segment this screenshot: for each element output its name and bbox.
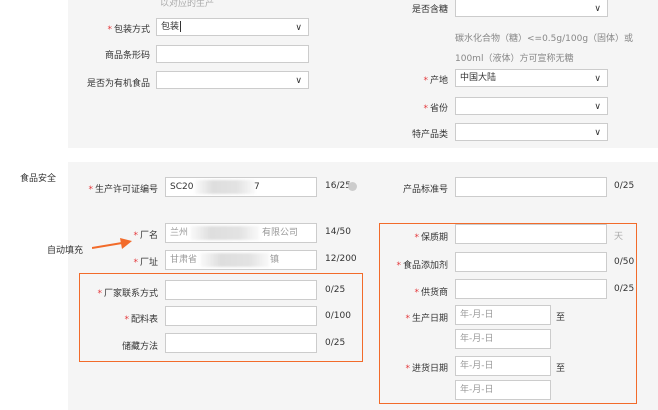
production-date-start[interactable]: 年-月-日 xyxy=(455,305,551,325)
factory-addr-value-end: 镇 xyxy=(270,255,280,265)
purchase-date-start[interactable]: 年-月-日 xyxy=(455,356,551,376)
supplier-label-text: 供货商 xyxy=(420,288,448,298)
standard-input[interactable] xyxy=(455,177,607,197)
chevron-down-icon: ∨ xyxy=(295,76,302,86)
storage-label: 储藏方法 xyxy=(121,342,158,352)
sugar-note-line2: 100ml（液体）方可宣称无糖 xyxy=(455,54,574,64)
purchase-date-end[interactable]: 年-月-日 xyxy=(455,380,551,400)
shelf-life-input[interactable] xyxy=(455,224,607,244)
province-select[interactable]: ∨ xyxy=(455,97,608,115)
chevron-down-icon: ∨ xyxy=(594,128,601,138)
production-date-to: 至 xyxy=(556,313,566,323)
sugar-note-line1: 碳水化合物（糖）<=0.5g/100g（固体）或 xyxy=(455,34,634,44)
supplier-input[interactable] xyxy=(455,279,607,299)
province-label: * 省份 xyxy=(400,101,448,114)
license-label: * 生产许可证编号 xyxy=(70,182,158,195)
packaging-select[interactable]: 包装 ∨ xyxy=(156,18,309,36)
packaging-label: * 包装方式 xyxy=(70,22,150,35)
factory-name-char-count: 14/50 xyxy=(325,227,351,237)
province-label-text: 省份 xyxy=(429,104,448,114)
top-partial-right-label: 是否含糖 xyxy=(411,5,448,15)
required-mark: * xyxy=(423,104,428,114)
purchase-date-label: * 进货日期 xyxy=(390,361,448,374)
standard-label: 产品标准号 xyxy=(402,185,448,195)
arrow-right-icon xyxy=(92,238,132,249)
organic-label: 是否为有机食品 xyxy=(86,79,150,89)
factory-contact-input[interactable] xyxy=(165,280,317,300)
autofill-annotation: 自动填充 xyxy=(47,246,84,256)
factory-addr-label: * 厂址 xyxy=(110,255,158,268)
additives-char-count: 0/50 xyxy=(614,257,635,267)
chevron-down-icon: ∨ xyxy=(594,4,601,14)
top-partial-left-text: 以对应的生产 xyxy=(160,0,215,9)
production-date-end[interactable]: 年-月-日 xyxy=(455,329,551,349)
origin-label-text: 产地 xyxy=(429,76,448,86)
shelf-life-label: * 保质期 xyxy=(390,230,448,243)
factory-contact-label: * 厂家联系方式 xyxy=(80,286,158,299)
shelf-life-unit: 天 xyxy=(614,232,624,242)
required-mark: * xyxy=(107,25,112,35)
origin-value: 中国大陆 xyxy=(460,73,497,83)
storage-char-count: 0/25 xyxy=(325,338,346,348)
chevron-down-icon: ∨ xyxy=(594,102,601,112)
organic-select[interactable]: ∨ xyxy=(156,71,309,89)
ingredients-char-count: 0/100 xyxy=(325,311,351,321)
storage-input[interactable] xyxy=(165,333,317,353)
required-mark: * xyxy=(405,364,410,374)
chevron-down-icon: ∨ xyxy=(594,74,601,84)
additives-label: * 食品添加剂 xyxy=(380,258,448,271)
factory-addr-char-count: 12/200 xyxy=(325,254,357,264)
license-label-text: 生产许可证编号 xyxy=(94,185,158,195)
license-value-start: SC20 xyxy=(170,182,194,192)
barcode-input[interactable] xyxy=(156,45,309,63)
required-mark: * xyxy=(414,288,419,298)
required-mark: * xyxy=(405,314,410,324)
required-mark: * xyxy=(88,185,93,195)
barcode-label: 商品条形码 xyxy=(104,51,150,61)
help-icon[interactable] xyxy=(348,182,357,191)
packaging-value: 包装 xyxy=(161,22,180,32)
factory-contact-label-text: 厂家联系方式 xyxy=(103,289,158,299)
required-mark: * xyxy=(133,258,138,268)
ingredients-label: * 配料表 xyxy=(100,312,158,325)
standard-char-count: 0/25 xyxy=(614,181,635,191)
ingredients-label-text: 配料表 xyxy=(130,315,158,325)
section-title-food-safety: 食品安全 xyxy=(20,174,57,184)
factory-contact-char-count: 0/25 xyxy=(325,285,346,295)
specialty-label: 特产品类 xyxy=(411,130,448,140)
factory-name-label-text: 厂名 xyxy=(139,231,158,241)
factory-addr-label-text: 厂址 xyxy=(139,258,158,268)
purchase-date-label-text: 进货日期 xyxy=(411,364,448,374)
additives-label-text: 食品添加剂 xyxy=(402,261,448,271)
redacted-region xyxy=(200,253,270,267)
supplier-char-count: 0/25 xyxy=(614,284,635,294)
required-mark: * xyxy=(97,289,102,299)
purchase-date-to: 至 xyxy=(556,364,566,374)
origin-label: * 产地 xyxy=(400,73,448,86)
specialty-select[interactable]: ∨ xyxy=(455,123,608,141)
production-date-label: * 生产日期 xyxy=(390,311,448,324)
text-cursor xyxy=(180,21,182,32)
redacted-region xyxy=(190,226,260,240)
production-date-label-text: 生产日期 xyxy=(411,314,448,324)
required-mark: * xyxy=(423,76,428,86)
origin-select[interactable]: 中国大陆 ∨ xyxy=(455,69,608,87)
required-mark: * xyxy=(414,233,419,243)
required-mark: * xyxy=(396,261,401,271)
packaging-label-text: 包装方式 xyxy=(113,25,150,35)
ingredients-input[interactable] xyxy=(165,306,317,326)
additives-input[interactable] xyxy=(455,252,607,272)
factory-name-value-start: 兰州 xyxy=(170,228,189,238)
supplier-label: * 供货商 xyxy=(390,285,448,298)
redacted-region xyxy=(195,180,255,194)
required-mark: * xyxy=(124,315,129,325)
required-mark: * xyxy=(133,231,138,241)
factory-addr-value-start: 甘肃省 xyxy=(170,255,198,265)
chevron-down-icon: ∨ xyxy=(295,23,302,33)
factory-name-value-end: 有限公司 xyxy=(262,228,299,238)
sugar-select[interactable]: ∨ xyxy=(455,0,608,17)
shelf-life-label-text: 保质期 xyxy=(420,233,448,243)
